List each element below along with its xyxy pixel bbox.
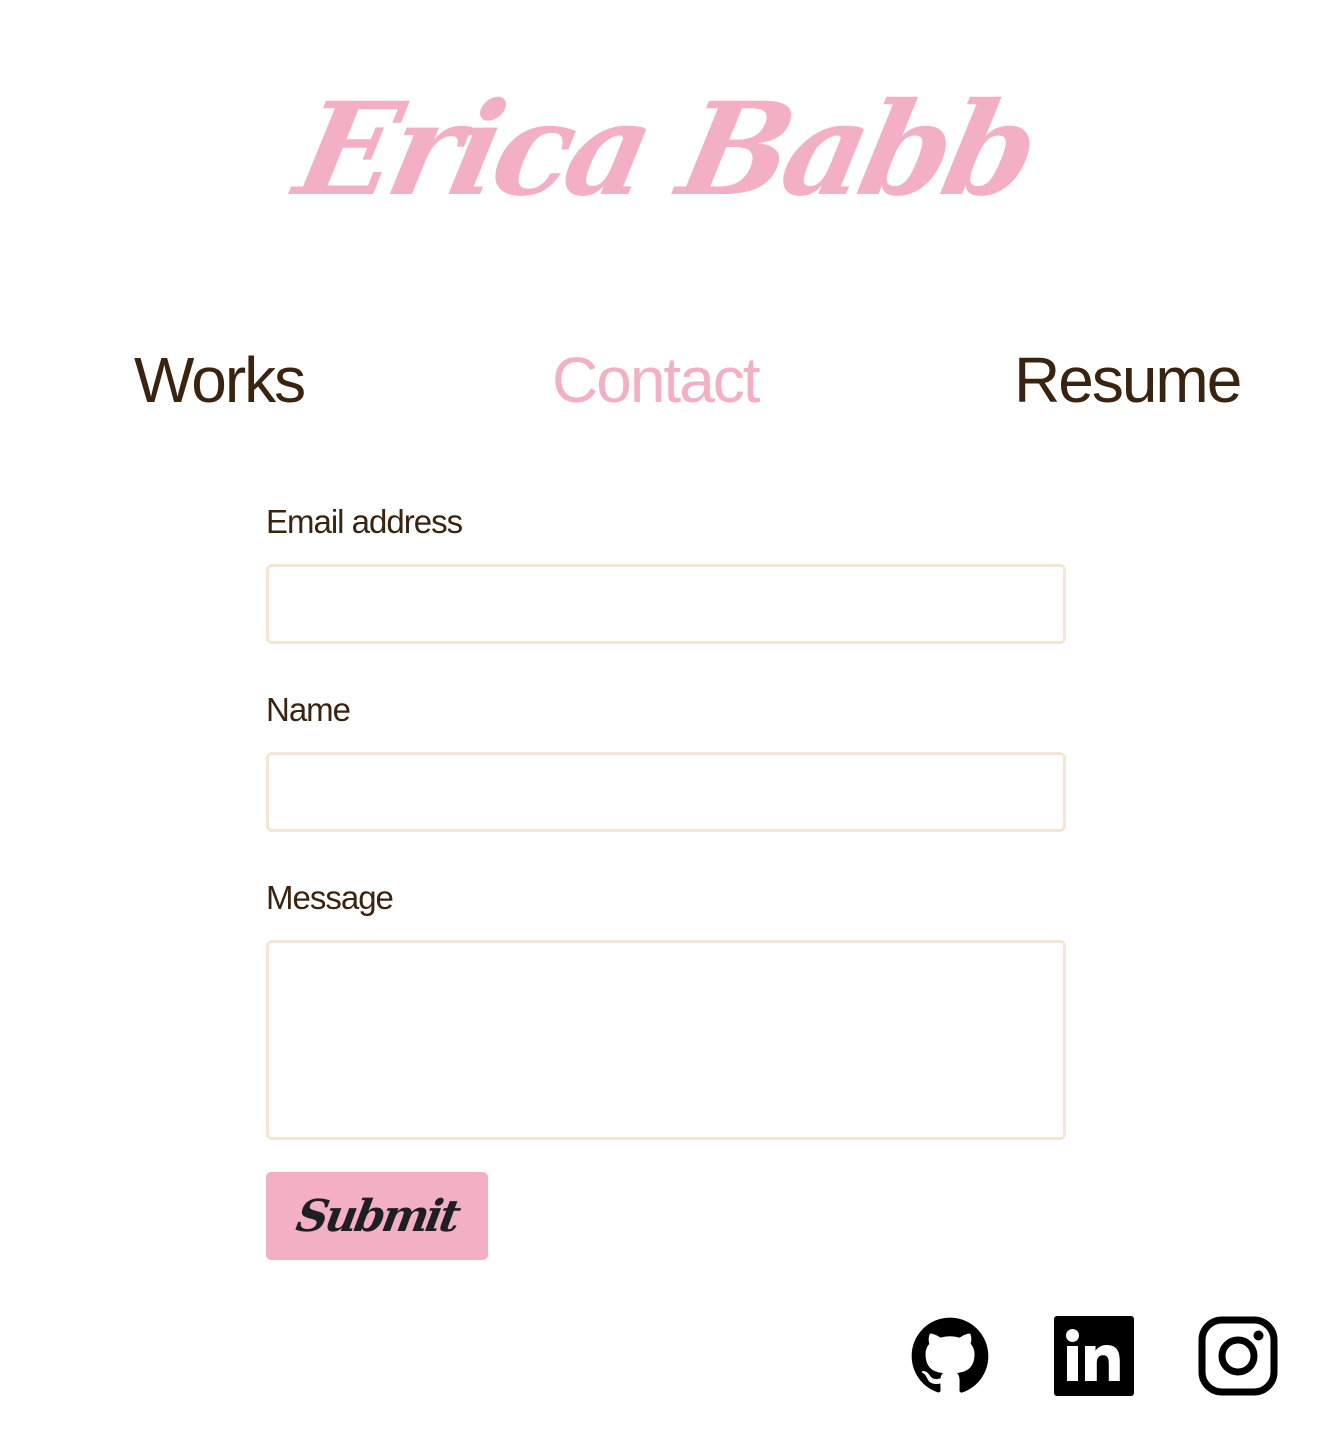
name-label: Name (266, 691, 351, 728)
nav-link-resume[interactable]: Resume (1014, 340, 1242, 420)
nav-link-contact[interactable]: Contact (552, 340, 761, 420)
site-logo[interactable]: Erica Babb (0, 70, 1330, 230)
contact-form: Email address Name Message Submit (266, 500, 1066, 1260)
linkedin-icon (1054, 1316, 1134, 1396)
submit-button[interactable]: Submit (266, 1172, 488, 1260)
nav-link-works[interactable]: Works (134, 340, 306, 420)
name-input[interactable] (266, 752, 1066, 832)
github-icon (911, 1317, 989, 1393)
message-label: Message (266, 879, 394, 916)
linkedin-link[interactable] (1054, 1316, 1134, 1396)
instagram-link[interactable] (1198, 1316, 1278, 1396)
name-group: Name (266, 688, 1066, 832)
message-textarea[interactable] (266, 940, 1066, 1140)
email-label: Email address (266, 503, 463, 540)
message-group: Message (266, 876, 1066, 1140)
email-group: Email address (266, 500, 1066, 644)
email-input[interactable] (266, 564, 1066, 644)
instagram-icon (1198, 1316, 1278, 1396)
submit-button-label: Submit (292, 1190, 462, 1242)
github-link[interactable] (910, 1316, 990, 1396)
